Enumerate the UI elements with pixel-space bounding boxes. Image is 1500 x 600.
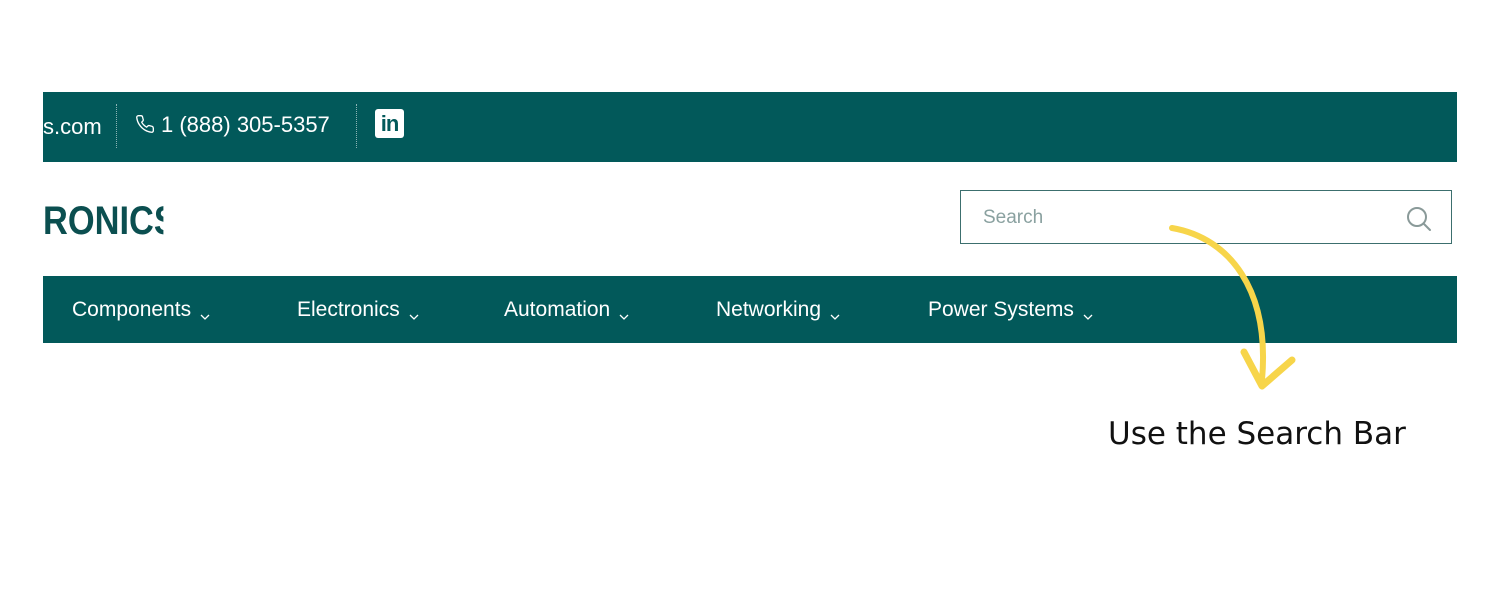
- nav-item-label: Power Systems: [928, 298, 1074, 321]
- nav-item-power-systems[interactable]: Power Systems: [928, 297, 1094, 323]
- phone-icon: [135, 114, 155, 134]
- linkedin-label: in: [380, 111, 400, 136]
- top-contact-bar: s.com 1 (888) 305-5357 in: [43, 92, 1457, 162]
- nav-item-networking[interactable]: Networking: [716, 297, 841, 323]
- nav-item-label: Automation: [504, 298, 611, 321]
- nav-item-components[interactable]: Components: [72, 297, 211, 323]
- nav-item-automation[interactable]: Automation: [504, 297, 630, 323]
- annotation-caption: Use the Search Bar: [1108, 416, 1406, 452]
- annotation-arrow: [1169, 225, 1296, 390]
- divider: [116, 104, 117, 148]
- chevron-down-icon: [829, 304, 841, 321]
- chevron-down-icon: [199, 304, 211, 321]
- search-icon[interactable]: [1405, 205, 1433, 233]
- chevron-down-icon: [618, 304, 630, 321]
- linkedin-icon[interactable]: in: [375, 109, 404, 138]
- site-logo[interactable]: RONICS: [43, 196, 163, 246]
- phone-number-link[interactable]: 1 (888) 305-5357: [161, 112, 330, 138]
- chevron-down-icon: [408, 304, 420, 321]
- nav-item-label: Components: [72, 298, 192, 321]
- nav-item-label: Electronics: [297, 298, 400, 321]
- nav-item-electronics[interactable]: Electronics: [297, 297, 420, 323]
- screenshot-stage: s.com 1 (888) 305-5357 in RONICS Compone…: [0, 0, 1500, 600]
- nav-item-label: Networking: [716, 298, 822, 321]
- divider: [356, 104, 357, 148]
- chevron-down-icon: [1082, 304, 1094, 321]
- email-link[interactable]: s.com: [43, 114, 102, 140]
